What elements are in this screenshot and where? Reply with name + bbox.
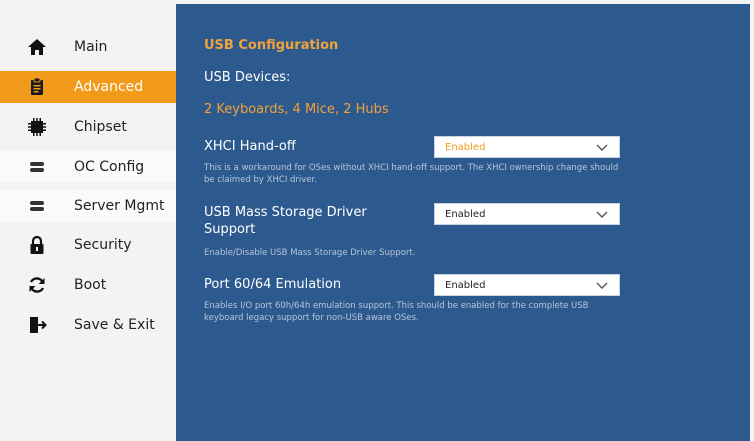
exit-icon: [26, 314, 48, 336]
usb-devices-label: USB Devices:: [204, 70, 291, 85]
chip-icon: [26, 116, 48, 138]
sidebar-item-label: Security: [74, 237, 132, 253]
chevron-down-icon: [596, 144, 608, 151]
port-6064-select[interactable]: Enabled: [434, 274, 620, 296]
xhci-handoff-description: This is a workaround for OSes without XH…: [204, 163, 619, 185]
lock-icon: [26, 234, 48, 256]
sidebar-item-label: Save & Exit: [74, 317, 155, 333]
usb-mass-storage-select[interactable]: Enabled: [434, 203, 620, 225]
sidebar-item-security[interactable]: Security: [0, 229, 176, 261]
usb-mass-storage-title: USB Mass Storage Driver Support: [204, 205, 367, 237]
port-6064-description: Enables I/O port 60h/64h emulation suppo…: [204, 301, 589, 323]
select-value: Enabled: [445, 279, 486, 291]
sidebar-item-label: Main: [74, 39, 108, 55]
sidebar-nav: Main Advanced Chipset OC Config Server M…: [0, 0, 176, 441]
port-6064-title: Port 60/64 Emulation: [204, 277, 342, 292]
xhci-handoff-title: XHCI Hand-off: [204, 139, 296, 154]
chevron-down-icon: [596, 282, 608, 289]
sidebar-item-label: Chipset: [74, 119, 127, 135]
select-value: Enabled: [445, 141, 486, 153]
sidebar-item-server-mgmt[interactable]: Server Mgmt: [0, 190, 176, 222]
sidebar-item-label: OC Config: [74, 159, 145, 175]
sidebar-item-label: Advanced: [74, 79, 144, 95]
sidebar-item-main[interactable]: Main: [0, 31, 176, 63]
sidebar-item-advanced[interactable]: Advanced: [0, 71, 176, 103]
sidebar-item-label: Server Mgmt: [74, 198, 165, 214]
main-panel: USB Configuration USB Devices: 2 Keyboar…: [176, 4, 750, 441]
bios-window: Main Advanced Chipset OC Config Server M…: [0, 0, 754, 441]
chevron-down-icon: [596, 211, 608, 218]
sidebar-item-oc-config[interactable]: OC Config: [0, 151, 176, 183]
page-title: USB Configuration: [204, 38, 339, 53]
xhci-handoff-select[interactable]: Enabled: [434, 136, 620, 158]
refresh-icon: [26, 274, 48, 296]
toggle-icon: [26, 156, 48, 178]
clipboard-icon: [26, 76, 48, 98]
sidebar-item-boot[interactable]: Boot: [0, 269, 176, 301]
sidebar-item-save-exit[interactable]: Save & Exit: [0, 309, 176, 341]
sidebar-item-label: Boot: [74, 277, 107, 293]
home-icon: [26, 36, 48, 58]
toggle-icon: [26, 195, 48, 217]
usb-devices-summary: 2 Keyboards, 4 Mice, 2 Hubs: [204, 102, 389, 117]
sidebar-item-chipset[interactable]: Chipset: [0, 111, 176, 143]
select-value: Enabled: [445, 208, 486, 220]
usb-mass-storage-description: Enable/Disable USB Mass Storage Driver S…: [204, 248, 416, 258]
